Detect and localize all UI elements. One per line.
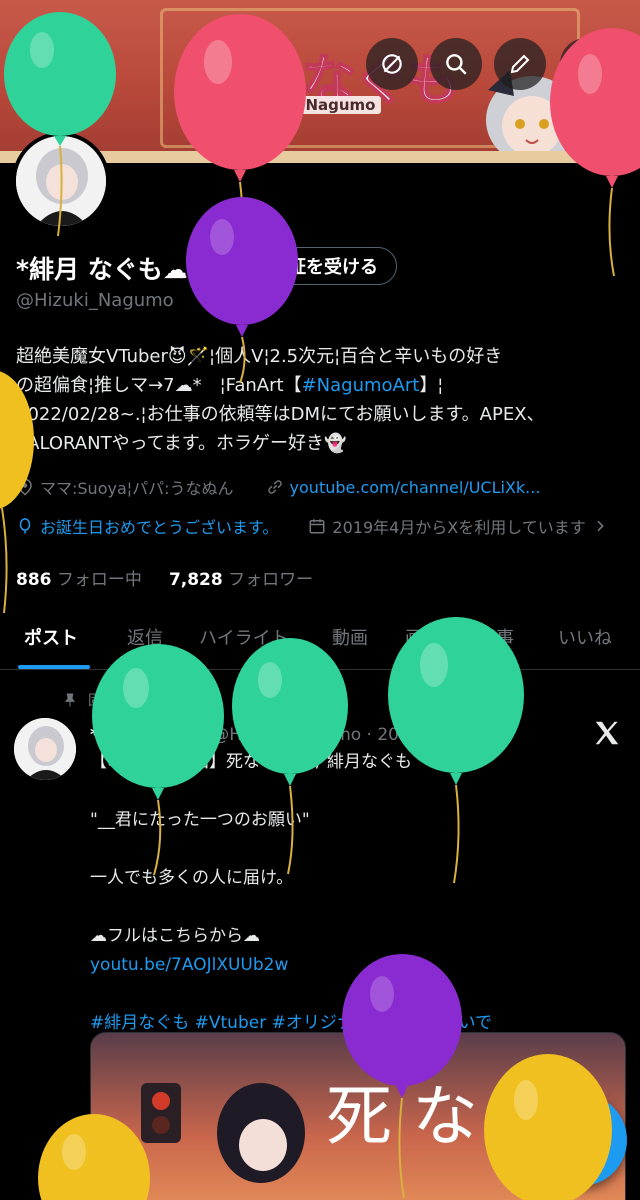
bio-line: VALORANTやってます。ホラゲー好き👻 <box>16 433 347 454</box>
post-line: 一人でも多くの人に届け。 <box>90 868 294 888</box>
profile-meta-row: お誕生日おめでとうございます。 2019年4月からXを利用しています <box>16 514 608 538</box>
banner-logo-subtitle: Hizuki Nagumo <box>242 96 382 114</box>
pinned-label: 固定 <box>88 693 116 709</box>
share-icon <box>578 53 594 73</box>
post-author-name[interactable]: *緋月 なぐも☁ <box>90 725 207 745</box>
post-link[interactable]: youtu.be/7AOJlXUUb2w <box>90 951 620 980</box>
get-verified-button[interactable]: 認証を受ける <box>225 247 397 285</box>
x-logo-icon <box>595 721 619 745</box>
card-title-text: 死な <box>326 1078 498 1155</box>
back-button[interactable] <box>26 38 78 90</box>
arrow-left-icon <box>43 55 61 73</box>
post-header: *緋月 なぐも☁ @Hizuki_Nagumo · 2023/02/28 <box>90 720 475 745</box>
followers-label: フォロワー <box>228 570 314 590</box>
profile-handle: @Hizuki_Nagumo <box>16 290 174 311</box>
compose-post-button[interactable] <box>535 1094 627 1186</box>
verified-badge-icon <box>240 256 260 276</box>
profile-location: ママ:Suoya¦パパ:うなぬん <box>40 479 234 498</box>
tab-articles[interactable]: 記事 <box>478 624 514 650</box>
pin-icon <box>65 693 75 707</box>
following-label: フォロー中 <box>56 570 142 590</box>
tab-replies[interactable]: 返信 <box>127 624 163 650</box>
post-line: "__君にたった一つのお願い" <box>90 810 310 830</box>
get-verified-label: 認証を受ける <box>270 257 378 278</box>
profile-avatar[interactable] <box>12 132 110 230</box>
location-icon <box>18 478 32 496</box>
tab-likes[interactable]: いいね <box>558 624 612 650</box>
search-button[interactable] <box>430 38 482 90</box>
followers-count: 7,828 <box>168 570 223 590</box>
bio-text: の超偏食¦推しマ→7☁* ¦FanArt【 <box>16 375 302 396</box>
profile-joined-date: 2019年4月からXを利用しています <box>332 518 586 537</box>
bio-line: の超偏食¦推しマ→7☁* ¦FanArt【#NagumoArt】¦ <box>16 371 628 400</box>
post-author-avatar[interactable] <box>14 718 76 780</box>
edit-icon <box>510 54 530 74</box>
chevron-right-icon[interactable] <box>592 518 608 534</box>
profile-website-link[interactable]: youtube.com/channel/UCLiXk... <box>290 478 541 497</box>
profile-bio: 超絶美魔女VTuber😈🪄¦個人V¦2.5次元¦百合と辛いもの好き の超偏食¦推… <box>16 342 628 458</box>
bio-line: 超絶美魔女VTuber😈🪄¦個人V¦2.5次元¦百合と辛いもの好き <box>16 346 503 367</box>
mute-icon <box>382 54 402 74</box>
profile-birthday[interactable]: お誕生日おめでとうございます。 <box>40 514 278 538</box>
active-tab-indicator <box>18 665 90 669</box>
following-link[interactable]: 886 フォロー中 <box>16 570 142 590</box>
bio-hashtag-link[interactable]: #NagumoArt <box>302 375 420 396</box>
profile-tabs: ポスト 返信 ハイライト 動画 画像 記事 いいね <box>0 612 640 670</box>
avatar-image <box>16 136 106 226</box>
post-line: ☁フルはこちらから☁ <box>90 926 260 946</box>
tab-posts[interactable]: ポスト <box>24 624 78 650</box>
mute-button[interactable] <box>366 38 418 90</box>
post-text: 【オリジナル曲】死なないで / 緋月なぐも "__君にたった一つのお願い" 一人… <box>90 748 620 1038</box>
post-line: 【オリジナル曲】死なないで / 緋月なぐも <box>90 752 413 772</box>
pinned-label-row: 固定 <box>62 690 116 710</box>
link-icon <box>267 480 282 494</box>
post-handle-date: @Hizuki_Nagumo · 2023/02/28 <box>212 725 476 745</box>
followers-link[interactable]: 7,828 フォロワー <box>169 570 313 590</box>
following-count: 886 <box>16 570 52 590</box>
profile-meta-row: ママ:Suoya¦パパ:うなぬん youtube.com/channel/UCL… <box>16 475 540 499</box>
balloon-icon <box>19 518 31 534</box>
search-icon <box>446 54 467 75</box>
edit-button[interactable] <box>494 38 546 90</box>
plus-icon <box>569 1128 593 1152</box>
profile-banner[interactable]: 緋月なぐも Hizuki Nagumo <box>0 0 640 163</box>
avatar-image <box>14 718 76 780</box>
tab-videos[interactable]: 動画 <box>332 624 368 650</box>
calendar-icon <box>309 519 325 534</box>
bio-line: 2022/02/28~.¦お仕事の依頼等はDMにてお願いします。APEX、 <box>16 404 545 425</box>
bio-text: 】¦ <box>419 375 444 396</box>
card-artwork <box>141 1083 305 1183</box>
follow-stats: 886 フォロー中 7,828 フォロワー <box>16 565 313 590</box>
tab-media[interactable]: 画像 <box>405 624 441 650</box>
tab-highlights[interactable]: ハイライト <box>199 624 289 650</box>
profile-display-name: *緋月 なぐも☁ <box>16 255 188 284</box>
share-button[interactable] <box>560 38 612 90</box>
